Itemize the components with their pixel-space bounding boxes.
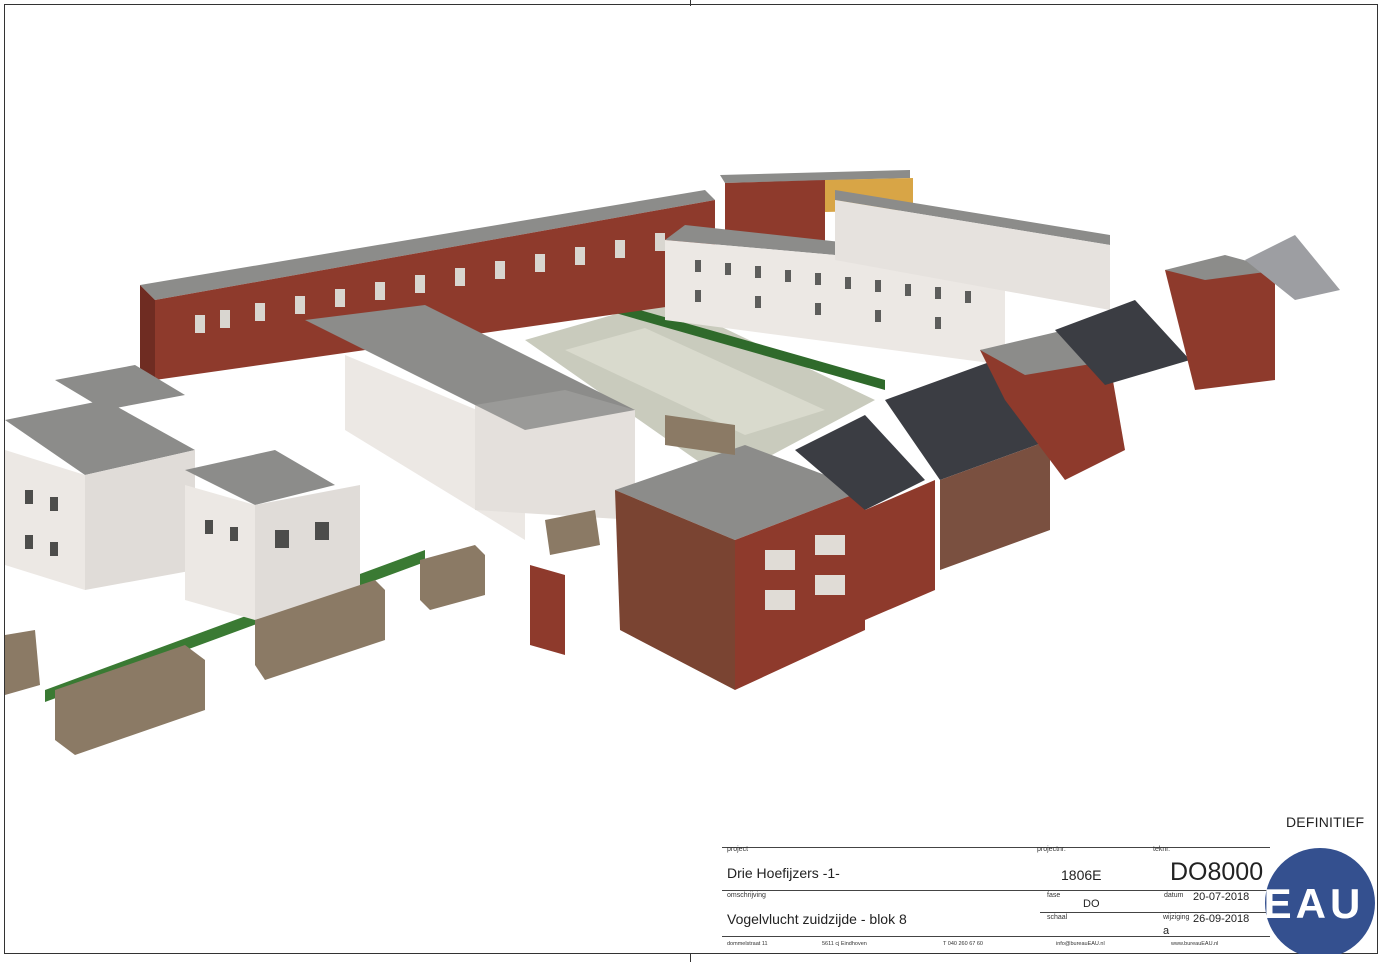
- datum-value: 20-07-2018: [1193, 891, 1250, 903]
- garden-shed: [545, 510, 600, 555]
- aerial-view-render: [5, 170, 1340, 755]
- wijziging-label: wijziging: [1163, 914, 1190, 921]
- garden-wall: [530, 565, 565, 655]
- eau-logo-text: EAU: [1264, 880, 1365, 927]
- projectnr-value: 1806E: [1061, 867, 1102, 883]
- titleblock-line-bottom: [722, 936, 1270, 937]
- wijziging-letter: a: [1163, 925, 1170, 937]
- sheet-fold-mark-top: [690, 0, 691, 6]
- titleblock-line-mid: [722, 890, 1270, 891]
- footer-email: info@bureauEAU.nl: [1056, 941, 1105, 947]
- teknr-label: teknr.: [1153, 846, 1171, 853]
- footer-web: www.bureauEAU.nl: [1171, 941, 1219, 947]
- projectnr-label: projectnr.: [1037, 846, 1066, 853]
- sheet-fold-mark-bottom: [690, 954, 691, 962]
- block-left-b-facade: [185, 485, 255, 620]
- datum-label: datum: [1164, 892, 1184, 899]
- footer-phone: T 040 260 67 60: [943, 941, 983, 947]
- block-north-side: [140, 285, 155, 380]
- schaal-label: schaal: [1047, 914, 1068, 921]
- fase-value: DO: [1083, 898, 1100, 910]
- garden-shed: [5, 630, 40, 695]
- block-left-a-facade: [5, 450, 85, 590]
- drawing-status: DEFINITIEF: [1286, 814, 1365, 830]
- teknr-value: DO8000: [1170, 858, 1264, 886]
- eau-logo: EAU: [1264, 848, 1375, 954]
- footer-address: dommelstraat 11: [727, 941, 768, 947]
- fase-label: fase: [1047, 892, 1061, 899]
- project-label: project: [727, 846, 749, 853]
- project-value: Drie Hoefijzers -1-: [727, 865, 840, 881]
- block-far-east: [1165, 260, 1275, 390]
- footer-city: 5611 cj Eindhoven: [822, 941, 867, 947]
- titleblock-line-top: [722, 847, 1270, 848]
- omschrijving-label: omschrijving: [727, 892, 766, 899]
- garden-shed: [420, 545, 485, 610]
- omschrijving-value: Vogelvlucht zuidzijde - blok 8: [727, 911, 907, 927]
- wijziging-date: 26-09-2018: [1193, 913, 1250, 925]
